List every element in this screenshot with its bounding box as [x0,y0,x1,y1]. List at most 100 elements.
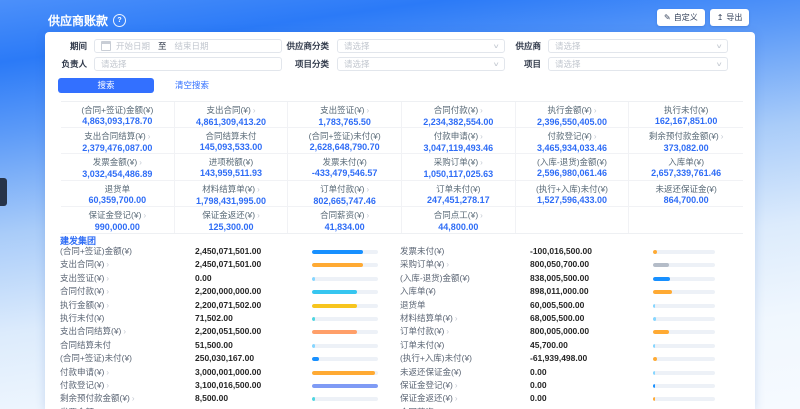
side-drawer-handle[interactable] [0,178,7,206]
row-label[interactable]: 保证金返还(¥)› [400,392,458,405]
summary-card[interactable]: 支出签证(¥)›1,783,765.50 [288,102,402,128]
row-bar-track [653,397,715,401]
summary-value[interactable]: 2,379,476,087.00 [61,143,174,154]
summary-value[interactable]: 1,798,431,995.00 [175,196,288,207]
row-bar-fill [653,344,655,348]
summary-value[interactable]: 373,082.00 [629,143,743,154]
summary-value[interactable]: 44,800.00 [402,222,515,233]
row-bar-track [312,290,378,294]
summary-value[interactable]: 2,234,382,554.00 [402,117,515,128]
supplier-select[interactable]: 请选择 ∨ [548,39,728,53]
row-label[interactable]: 合同付款(¥)› [60,285,109,298]
summary-label: 执行金额(¥)› [516,105,629,116]
row-label[interactable]: 支出合同结算(¥)› [60,325,126,338]
summary-card[interactable]: 合同薪资(¥)›41,834.00 [288,207,402,233]
row-label-text: 订单未付(¥) [400,340,444,350]
row-label[interactable]: 剩余预付款金额(¥)› [60,392,135,405]
row-value: 71,502.00 [195,312,233,325]
summary-card[interactable]: 保证金登记(¥)›990,000.00 [61,207,175,233]
summary-label-text: 保证金登记(¥) [89,210,142,220]
summary-card[interactable]: 执行金额(¥)›2,396,550,405.00 [516,102,630,128]
summary-value[interactable]: 2,657,339,761.46 [629,168,743,179]
summary-label: 订单付款(¥)› [288,184,401,195]
summary-value[interactable]: 247,451,278.17 [402,195,515,206]
row-label: 入库单(¥) [400,285,436,298]
row-label: 订单未付(¥) [400,339,444,352]
customize-label: 自定义 [674,12,698,23]
summary-label: 支出合同(¥)› [175,105,288,116]
summary-value[interactable]: 145,093,533.00 [175,142,288,153]
table-row: 剩余预付款金额(¥)›8,500.00保证金返还(¥)›0.00 [45,392,755,405]
row-label[interactable]: 付款登记(¥)› [60,379,109,392]
row-label[interactable]: 支出合同(¥)› [60,258,109,271]
row-value: 898,011,000.00 [530,285,589,298]
row-label[interactable]: 支出签证(¥)› [60,272,109,285]
summary-card[interactable]: 剩余预付款金额(¥)›373,082.00 [629,128,743,154]
summary-value[interactable]: 2,596,980,061.46 [516,168,629,179]
row-label[interactable]: 订单付款(¥)› [400,325,449,338]
summary-card[interactable]: 付款申请(¥)›3,047,119,493.46 [402,128,516,154]
summary-value[interactable]: 3,465,934,033.46 [516,143,629,154]
row-bar-track [312,344,378,348]
row-label[interactable]: 采购订单(¥)› [400,258,449,271]
summary-value[interactable]: 1,050,117,025.63 [402,169,515,180]
summary-card: 发票未付(¥)-433,479,546.57 [288,154,402,180]
summary-value[interactable]: 1,783,765.50 [288,117,401,128]
summary-value[interactable]: 162,167,851.00 [629,116,743,127]
summary-label-text: 合同薪资(¥) [320,210,364,220]
summary-card[interactable]: 材料结算单(¥)›1,798,431,995.00 [175,181,289,207]
clear-search-link[interactable]: 清空搜索 [175,78,209,93]
row-value: 3,100,016,500.00 [195,379,261,392]
chevron-down-icon: ∨ [715,43,722,50]
date-range-input[interactable]: 开始日期 至 结束日期 [94,39,282,53]
summary-label: 付款登记(¥)› [516,131,629,142]
summary-card[interactable]: 订单付款(¥)›802,665,747.46 [288,181,402,207]
row-label[interactable]: 材料结算单(¥)› [400,312,458,325]
row-label[interactable]: 保证金登记(¥)› [400,379,458,392]
row-label: 合同结算未付 [60,339,111,352]
summary-value[interactable]: -433,479,546.57 [288,168,401,179]
summary-value[interactable]: 4,861,309,413.20 [175,117,288,128]
summary-card[interactable]: 发票金额(¥)›3,032,454,486.89 [61,154,175,180]
owner-select[interactable]: 请选择 [94,57,282,71]
summary-value[interactable]: 125,300.00 [175,222,288,233]
summary-value[interactable]: 3,047,119,493.46 [402,143,515,154]
row-label-text: 付款登记(¥) [60,380,104,390]
summary-value[interactable]: 143,959,511.93 [175,168,288,179]
summary-card[interactable]: 付款登记(¥)›3,465,934,033.46 [516,128,630,154]
summary-card[interactable]: 采购订单(¥)›1,050,117,025.63 [402,154,516,180]
period-label: 期间 [45,39,87,54]
row-label[interactable]: 执行金额(¥)› [60,299,109,312]
row-label-text: 未返还保证金(¥) [400,367,461,377]
row-value: -61,939,498.00 [530,352,587,365]
summary-value[interactable]: 41,834.00 [288,222,401,233]
summary-value[interactable]: 802,665,747.46 [288,196,401,207]
row-bar-track [653,317,715,321]
summary-label: 材料结算单(¥)› [175,184,288,195]
summary-card[interactable]: 支出合同(¥)›4,861,309,413.20 [175,102,289,128]
row-label-text: (执行+入库)未付(¥) [400,353,472,363]
drill-arrow-icon: › [139,158,142,167]
summary-card[interactable]: 合同付款(¥)›2,234,382,554.00 [402,102,516,128]
help-icon[interactable]: ? [113,14,126,27]
summary-value[interactable]: 60,359,700.00 [61,195,174,206]
row-label[interactable]: 付款申请(¥)› [60,366,109,379]
summary-card[interactable]: 支出合同结算(¥)›2,379,476,087.00 [61,128,175,154]
customize-button[interactable]: ✎ 自定义 [657,9,705,26]
summary-value[interactable]: 1,527,596,433.00 [516,195,629,206]
search-button[interactable]: 搜索 [58,78,154,93]
row-bar-track [653,304,715,308]
row-value: 250,030,167.00 [195,352,254,365]
export-button[interactable]: ↥ 导出 [710,9,750,26]
summary-value[interactable]: 2,396,550,405.00 [516,117,629,128]
drill-arrow-icon: › [721,132,724,141]
summary-card[interactable]: 保证金返还(¥)›125,300.00 [175,207,289,233]
summary-label: 执行未付(¥) [629,105,743,115]
summary-value[interactable]: 4,863,093,178.70 [61,116,174,127]
summary-value[interactable]: 990,000.00 [61,222,174,233]
summary-value[interactable]: 2,628,648,790.70 [288,142,401,153]
summary-value[interactable]: 864,700.00 [629,195,743,206]
summary-value[interactable]: 3,032,454,486.89 [61,169,174,180]
summary-card[interactable]: 合同点工(¥)›44,800.00 [402,207,516,233]
project-select[interactable]: 请选择 ∨ [548,57,728,71]
